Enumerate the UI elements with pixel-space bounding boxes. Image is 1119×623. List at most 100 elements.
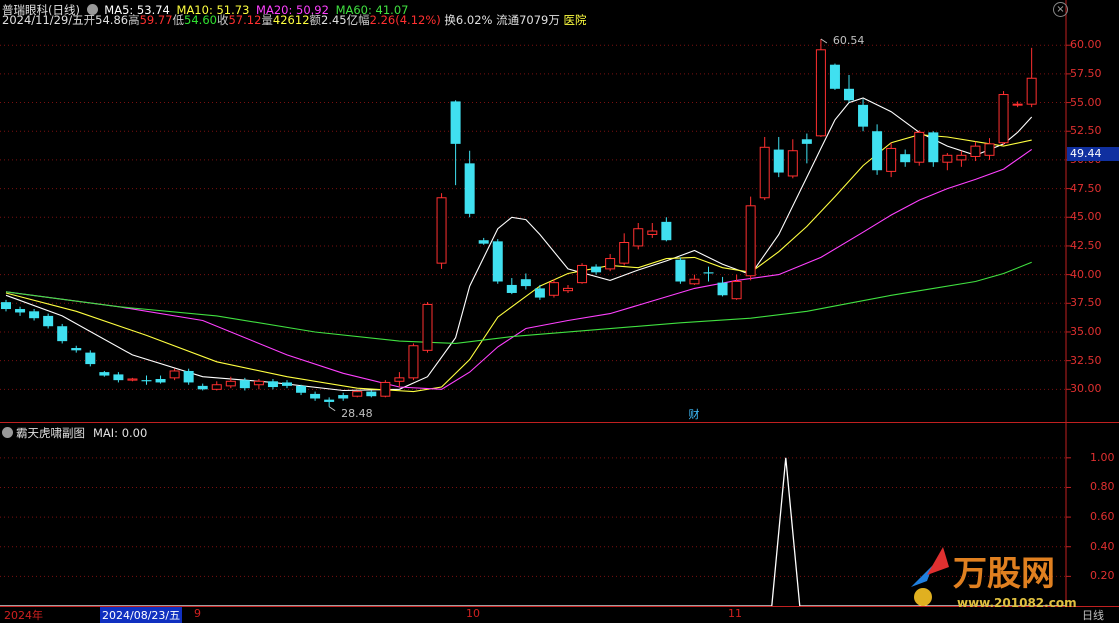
candle-body-down [99, 372, 110, 376]
candle [731, 274, 742, 300]
candle [169, 368, 180, 381]
current-price-tag: 49.44 [1067, 147, 1119, 161]
quote-date: 2024/11/29/五 [2, 13, 84, 27]
ma20-line [5, 148, 1033, 390]
candle [633, 223, 644, 250]
low-value: 54.60 [184, 13, 217, 27]
candle [211, 381, 222, 391]
candle-body-down [43, 315, 54, 327]
candle-body-up [394, 377, 405, 382]
candle-body-down [858, 104, 869, 127]
candle [71, 345, 82, 353]
low-label: 低 [172, 13, 185, 27]
month-10: 10 [466, 607, 480, 620]
price-tick-label: 30.00 [1070, 382, 1102, 396]
watermark-url: www.201082.com [957, 596, 1077, 610]
candle-body-down [57, 326, 68, 342]
candle-body-down [197, 385, 208, 390]
price-tick-label: 42.50 [1070, 238, 1102, 252]
ma10-line [5, 134, 1032, 393]
high-marker-label: 60.54 [833, 34, 865, 47]
candle [324, 397, 335, 407]
candle-body-up [942, 154, 953, 163]
candle-body-up [577, 264, 588, 284]
candle-body-down [900, 154, 911, 163]
indicator-name: 霸天虎啸副图 [16, 426, 85, 440]
candle-body-up [647, 230, 658, 235]
candle-body-up [1026, 77, 1037, 105]
low-marker-arrow [328, 406, 336, 412]
candle-body-down [338, 395, 349, 399]
candle-body-up [886, 147, 897, 172]
candle [366, 390, 377, 398]
candle [99, 370, 110, 377]
candle-body-up [689, 278, 700, 285]
candle [43, 313, 54, 329]
candle-body-up [127, 378, 138, 381]
high-marker-arrow [820, 38, 828, 44]
candle [197, 383, 208, 391]
candle [577, 263, 588, 284]
close-label: 收 [216, 13, 229, 27]
candle-body-down [239, 380, 250, 389]
header-line-2: 2024/11/29/五开54.86高59.77低54.60收57.12量426… [2, 12, 587, 28]
close-icon[interactable]: × [1053, 2, 1068, 17]
candle-body-down [801, 139, 812, 144]
candle [844, 75, 854, 103]
close-value: 57.12 [228, 13, 262, 27]
candle-body-down [534, 288, 545, 298]
candle-body-up [745, 205, 756, 277]
candle [183, 368, 194, 385]
mai-value: MAI: 0.00 [93, 426, 148, 440]
candle [759, 136, 770, 201]
candle [970, 141, 981, 162]
candle-body-down [296, 385, 307, 393]
candle [127, 377, 138, 382]
low-marker-label: 28.48 [341, 407, 373, 420]
candle-body-up [731, 281, 742, 300]
price-tick-label: 47.50 [1070, 181, 1102, 195]
candle-body-up [759, 146, 770, 199]
price-tick-label: 57.50 [1070, 66, 1102, 80]
candle [801, 133, 812, 164]
candle-body-down [450, 101, 461, 144]
price-tick-label: 35.00 [1070, 324, 1102, 338]
candle [689, 274, 700, 285]
candle [282, 380, 292, 389]
candle-body-down [675, 259, 686, 282]
candle [310, 391, 321, 401]
month-11: 11 [728, 607, 742, 620]
candle-body-up [998, 94, 1009, 144]
candle-body-down [282, 382, 292, 386]
candle-body-down [113, 374, 124, 381]
candle [647, 223, 658, 238]
candle [29, 309, 40, 321]
candle-body-down [464, 163, 475, 214]
candle [703, 266, 714, 282]
chart-canvas[interactable]: 60.54 28.48 财 [0, 0, 1119, 621]
price-tick-label: 40.00 [1070, 267, 1102, 281]
candle-body-down [661, 221, 672, 241]
candle-body-down [15, 309, 26, 313]
amount-label: 额 [309, 13, 322, 27]
sector-link[interactable]: 医院 [564, 13, 587, 27]
open-label: 开 [83, 13, 96, 27]
candle [773, 136, 784, 178]
candle [296, 384, 307, 396]
sub-tick-label: 1.00 [1090, 450, 1115, 464]
candle-body-down [267, 381, 278, 388]
volume-label: 量 [261, 13, 273, 27]
price-tick-label: 37.50 [1070, 296, 1102, 310]
candle-body-up [815, 49, 826, 137]
candle [956, 150, 967, 167]
candle [534, 284, 545, 300]
candle [57, 323, 68, 344]
candle-body-down [928, 132, 939, 163]
settings-icon[interactable] [2, 427, 13, 438]
candle-body-down [183, 370, 194, 383]
volume-value: 42612 [272, 13, 310, 27]
candle [858, 99, 869, 132]
candle [436, 193, 447, 269]
candle-body-up [619, 242, 630, 264]
month-9: 9 [194, 607, 201, 620]
